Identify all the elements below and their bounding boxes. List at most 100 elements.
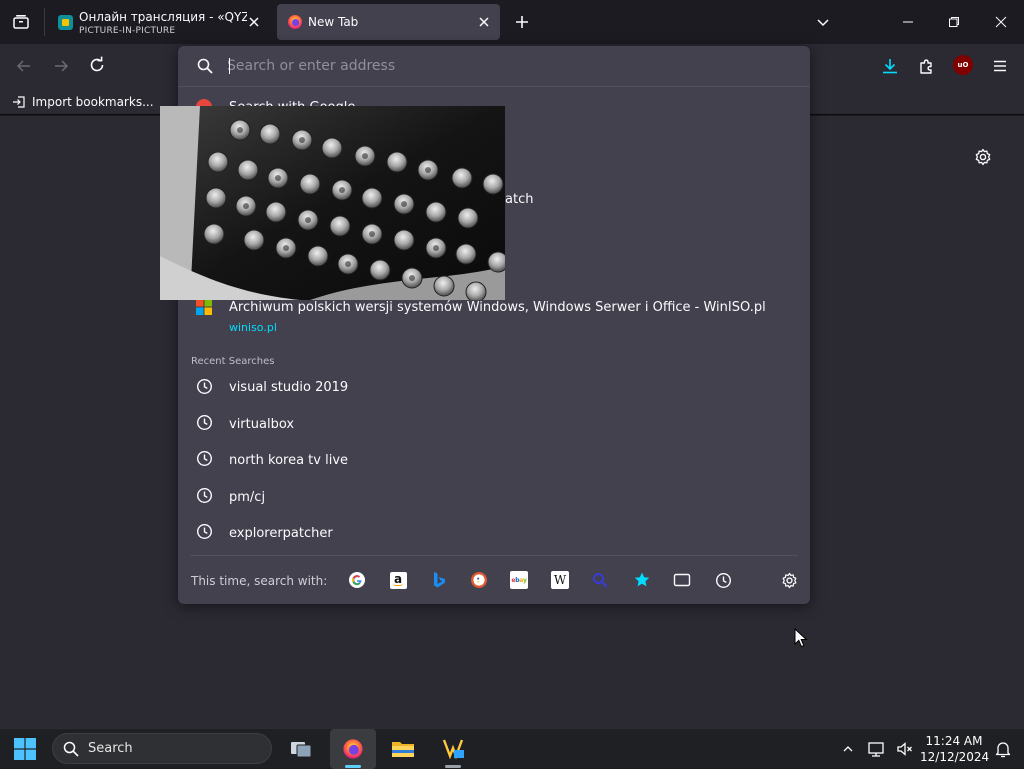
clock-area[interactable]: 11:24 AM 12/12/2024 [920, 731, 990, 767]
pip-video-frame [160, 106, 505, 300]
reload-icon [90, 56, 104, 72]
wikipedia-icon[interactable]: W [551, 571, 569, 589]
close-icon [479, 17, 489, 27]
puzzle-icon [920, 59, 932, 74]
history-icon [196, 523, 213, 540]
tab-overflow-button[interactable] [810, 10, 836, 34]
search-icon [196, 57, 214, 75]
result-url[interactable]: winiso.pl [229, 321, 277, 334]
google-icon[interactable] [348, 571, 366, 589]
editor-app-icon [442, 739, 464, 760]
close-window-button[interactable] [978, 0, 1024, 44]
firefox-icon [343, 739, 363, 759]
result-title[interactable]: Archiwum polskich wersji systemów Window… [229, 300, 766, 315]
recent-searches-heading: Recent Searches [191, 356, 275, 367]
task-view-icon [291, 742, 312, 758]
tab-pip-stream[interactable]: Онлайн трансляция - «QYZYL PICTURE-IN-PI… [46, 4, 270, 40]
history-icon[interactable] [714, 571, 732, 589]
hamburger-menu-icon [994, 60, 1006, 72]
windows-logo-icon [14, 738, 36, 760]
recent-search-item[interactable]: pm/cj [229, 490, 265, 505]
taskbar-search-label: Search [88, 741, 133, 756]
start-button[interactable] [2, 729, 48, 769]
restore-button[interactable] [931, 0, 977, 44]
close-icon [249, 17, 259, 27]
search-with-label: This time, search with: [191, 574, 328, 588]
newtab-settings-button[interactable] [970, 144, 996, 170]
tab-close-button[interactable] [246, 14, 262, 30]
reload-button[interactable] [85, 53, 109, 77]
taskbar-search-box[interactable]: Search [52, 733, 272, 764]
forward-button[interactable] [49, 54, 73, 78]
import-icon [13, 96, 25, 108]
windows-taskbar: Search 11:24 AM 12/12/2024 [0, 728, 1024, 769]
tab-strip: Онлайн трансляция - «QYZYL PICTURE-IN-PI… [0, 0, 1024, 44]
network-icon[interactable] [866, 739, 886, 759]
taskbar-file-explorer[interactable] [380, 729, 426, 769]
folder-icon [392, 742, 414, 757]
picture-in-picture-window[interactable] [160, 106, 505, 300]
back-button[interactable] [12, 54, 36, 78]
bell-icon [995, 742, 1011, 758]
recent-search-item[interactable]: north korea tv live [229, 453, 348, 468]
list-all-tabs-button[interactable] [0, 0, 42, 44]
search-settings-button[interactable] [780, 571, 798, 589]
search-mode-icon[interactable] [591, 571, 609, 589]
history-icon [196, 378, 213, 395]
tab-pip-label: PICTURE-IN-PICTURE [79, 26, 176, 36]
chevron-down-icon [817, 19, 829, 27]
ublock-origin-button[interactable]: uO [953, 55, 973, 75]
tab-new-tab[interactable]: New Tab [277, 4, 500, 40]
windows-favicon-icon [196, 299, 212, 315]
close-icon [995, 16, 1007, 28]
chevron-up-icon [843, 746, 853, 752]
bing-icon[interactable] [430, 571, 448, 589]
tab-close-button[interactable] [476, 14, 492, 30]
tabs-icon[interactable] [673, 571, 691, 589]
partial-result-text[interactable]: atch [505, 192, 533, 207]
tab-favicon-icon [58, 15, 73, 30]
firefox-favicon-icon [287, 14, 303, 30]
mouse-cursor [794, 628, 808, 648]
tab-separator [44, 8, 45, 36]
arrow-left-icon [16, 60, 30, 72]
bookmarks-star-icon[interactable] [633, 571, 651, 589]
history-icon [196, 450, 213, 467]
address-bar-input[interactable] [227, 56, 787, 76]
history-icon [196, 414, 213, 431]
history-icon [196, 487, 213, 504]
download-icon [883, 59, 897, 74]
search-icon [63, 741, 79, 757]
clock-time: 11:24 AM [925, 734, 983, 748]
text-caret [229, 58, 230, 74]
minimize-button[interactable] [885, 0, 931, 44]
minimize-icon [903, 21, 913, 23]
ublock-badge-text: uO [957, 61, 969, 69]
ebay-icon[interactable]: ebay [510, 571, 528, 589]
amazon-icon[interactable]: a [389, 571, 407, 589]
extensions-button[interactable] [915, 54, 939, 78]
show-hidden-icons-button[interactable] [838, 739, 858, 759]
footer-divider [190, 555, 798, 556]
notifications-button[interactable] [993, 739, 1013, 759]
downloads-button[interactable] [878, 54, 902, 78]
duckduckgo-icon[interactable] [470, 571, 488, 589]
new-tab-button[interactable] [510, 10, 534, 34]
gear-icon [782, 572, 796, 588]
recent-search-item[interactable]: virtualbox [229, 417, 294, 432]
task-view-button[interactable] [278, 729, 324, 769]
recent-search-item[interactable]: explorerpatcher [229, 526, 333, 541]
arrow-right-icon [55, 60, 69, 72]
taskbar-firefox[interactable] [330, 729, 376, 769]
recent-search-item[interactable]: visual studio 2019 [229, 380, 348, 395]
volume-muted-icon[interactable] [895, 739, 915, 759]
import-bookmarks-button[interactable]: Import bookmarks... [12, 92, 154, 112]
import-bookmarks-label: Import bookmarks... [32, 95, 154, 109]
app-menu-button[interactable] [988, 54, 1012, 78]
plus-icon [516, 16, 528, 28]
gear-icon [975, 148, 991, 166]
taskbar-app-editor[interactable] [430, 729, 476, 769]
tab-title: New Tab [308, 15, 359, 29]
clock-date: 12/12/2024 [920, 750, 990, 764]
restore-icon [949, 17, 959, 27]
